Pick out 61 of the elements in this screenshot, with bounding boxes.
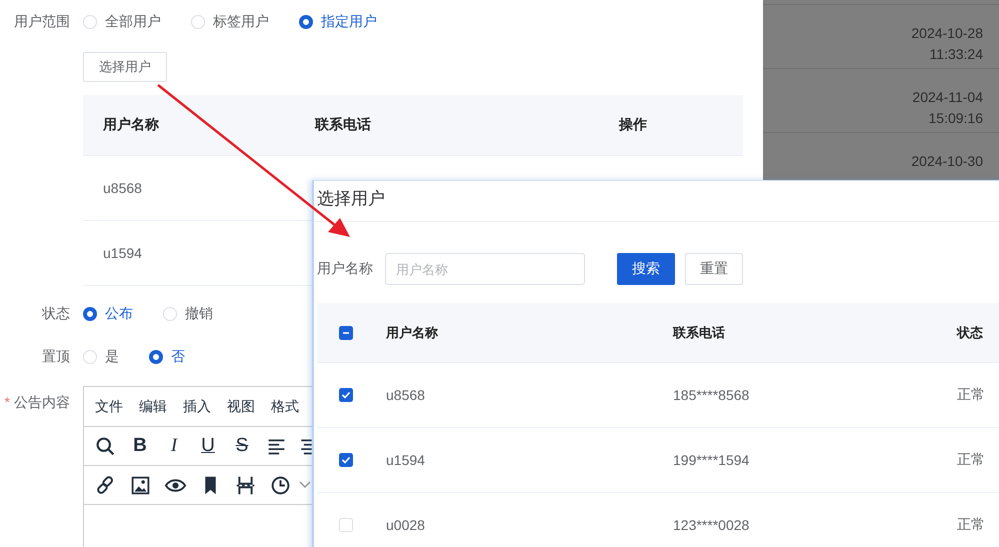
format-tool[interactable]: I: [164, 435, 184, 457]
chevron-down-icon[interactable]: [299, 481, 311, 489]
menu-item[interactable]: 视图: [227, 398, 255, 416]
date-text: 2024-10-28: [911, 24, 983, 43]
menu-item[interactable]: 格式: [271, 398, 299, 416]
format-tool[interactable]: S: [232, 435, 252, 457]
row-checkbox[interactable]: [339, 453, 353, 467]
radio-label[interactable]: 指定用户: [321, 13, 377, 31]
column-header: 操作: [618, 116, 647, 134]
table-cell-text: u8568: [102, 180, 143, 196]
page-break-icon[interactable]: [235, 474, 256, 496]
radio-label[interactable]: 撤销: [185, 305, 213, 323]
search-icon[interactable]: [95, 436, 116, 456]
field-label: 公告内容: [14, 394, 70, 412]
column-header: 状态: [957, 324, 984, 342]
reset-button[interactable]: 重置: [685, 253, 743, 285]
table-cell-text: 123****0028: [673, 517, 750, 533]
row-checkbox[interactable]: [339, 388, 353, 402]
menu-item[interactable]: 插入: [183, 398, 211, 416]
menu-item[interactable]: 编辑: [139, 398, 167, 416]
username-input[interactable]: 用户名称: [385, 253, 585, 285]
radio-button[interactable]: [149, 350, 163, 364]
table-cell-text: u1594: [102, 245, 143, 261]
radio-label[interactable]: 标签用户: [213, 13, 269, 31]
column-header: 联系电话: [314, 116, 372, 134]
radio-button[interactable]: [299, 15, 313, 29]
date-text: 2024-10-30: [911, 152, 983, 171]
table-cell-text: 正常: [957, 516, 986, 534]
column-header: 联系电话: [673, 324, 726, 342]
radio-label[interactable]: 全部用户: [105, 13, 161, 31]
search-button[interactable]: 搜索: [617, 253, 675, 285]
table-cell-text: u8568: [386, 387, 426, 403]
column-header: 用户名称: [102, 116, 160, 134]
radio-label[interactable]: 否: [171, 348, 185, 366]
field-label: 置顶: [41, 348, 70, 366]
select-user-button[interactable]: 选择用户: [83, 52, 167, 82]
select-all-checkbox[interactable]: [339, 326, 353, 340]
dialog-title: 选择用户: [314, 181, 999, 222]
time-text: 11:33:24: [930, 45, 983, 64]
required-mark: *: [4, 394, 10, 412]
table-cell-text: 199****1594: [673, 452, 750, 468]
table-cell-text: u1594: [386, 452, 426, 468]
link-icon[interactable]: [95, 474, 116, 496]
clock-icon[interactable]: [270, 474, 291, 496]
table-cell-text: 185****8568: [673, 387, 750, 403]
menu-item[interactable]: 文件: [95, 398, 123, 416]
field-label: 用户名称: [317, 260, 373, 278]
column-header: 用户名称: [386, 324, 439, 342]
radio-label[interactable]: 公布: [105, 305, 133, 323]
table-cell-text: u0028: [386, 517, 426, 533]
radio-label[interactable]: 是: [105, 348, 119, 366]
date-text: 2024-11-04: [912, 88, 983, 107]
table-cell-text: 正常: [957, 451, 986, 469]
radio-button[interactable]: [83, 307, 97, 321]
table-cell-text: 正常: [957, 386, 986, 404]
format-tool[interactable]: B: [130, 435, 150, 457]
field-label: 状态: [41, 305, 70, 323]
image-icon[interactable]: [130, 474, 151, 496]
format-tool[interactable]: U: [198, 435, 218, 457]
field-label: 用户范围: [13, 13, 70, 31]
time-text: 15:09:16: [928, 109, 983, 128]
